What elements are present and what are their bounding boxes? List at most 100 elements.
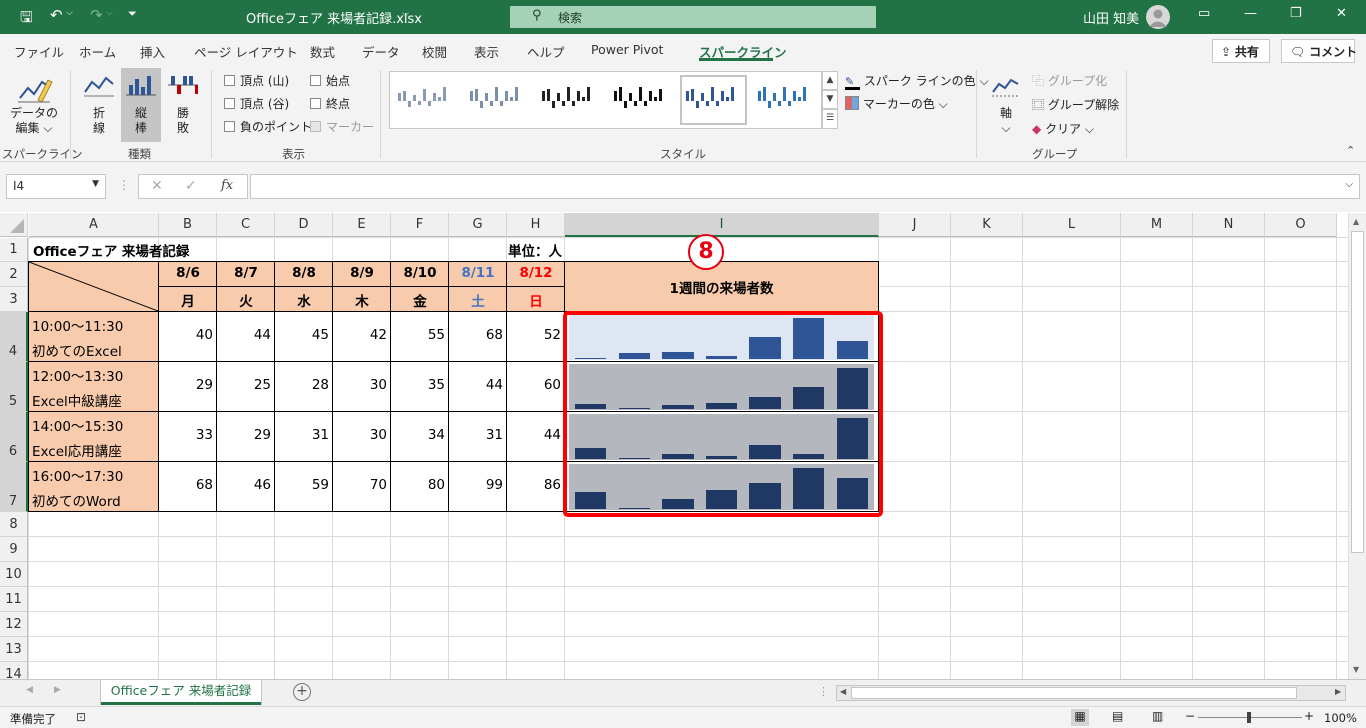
- row-header-14[interactable]: 14: [0, 662, 28, 679]
- value-cell[interactable]: 29: [217, 427, 273, 443]
- value-cell[interactable]: 28: [275, 377, 331, 393]
- weekday-cell[interactable]: 木: [333, 290, 391, 310]
- type-winloss-button[interactable]: 勝 敗: [164, 70, 202, 140]
- expand-formula-icon[interactable]: ⌵: [1345, 179, 1353, 190]
- weekday-cell[interactable]: 日: [507, 290, 565, 310]
- column-header-H[interactable]: H: [507, 213, 565, 237]
- zoom-out-icon[interactable]: −: [1185, 709, 1195, 723]
- undo-dropdown-icon[interactable]: ⌵: [66, 8, 73, 18]
- column-header-B[interactable]: B: [159, 213, 217, 237]
- tab-split-grip-icon[interactable]: ⋮: [818, 685, 829, 698]
- weekday-cell[interactable]: 水: [275, 290, 333, 310]
- customize-qat-icon[interactable]: ⏷: [128, 7, 137, 21]
- tab-help[interactable]: ヘルプ: [527, 42, 565, 61]
- row-header-11[interactable]: 11: [0, 587, 28, 612]
- zoom-level[interactable]: 100%: [1324, 711, 1357, 725]
- session-time[interactable]: 14:00～15:30: [32, 415, 123, 435]
- tab-formulas[interactable]: 数式: [310, 42, 335, 61]
- search-box[interactable]: ⚲ 検索: [510, 6, 876, 28]
- macro-record-icon[interactable]: ⊡: [76, 710, 86, 724]
- session-name[interactable]: 初めてのExcel: [32, 340, 122, 360]
- worksheet-grid[interactable]: ABCDEFGHIJKLMNO 1 2 3 4 5 6 7 8 9 10 11 12 13 14 Offi…: [0, 213, 1348, 679]
- value-cell[interactable]: 34: [391, 427, 447, 443]
- column-header-M[interactable]: M: [1121, 213, 1193, 237]
- value-cell[interactable]: 31: [449, 427, 505, 443]
- value-cell[interactable]: 29: [159, 377, 215, 393]
- ribbon-display-icon[interactable]: ▭: [1198, 6, 1210, 21]
- row-header-3[interactable]: 3: [0, 287, 28, 312]
- close-icon[interactable]: ✕: [1336, 6, 1347, 21]
- title-dropdown-icon[interactable]: ⌵: [402, 9, 409, 19]
- date-cell[interactable]: 8/8: [275, 265, 333, 281]
- row-header-4[interactable]: 4: [0, 312, 28, 362]
- search-input[interactable]: 検索: [558, 9, 582, 26]
- row-header-9[interactable]: 9: [0, 537, 28, 562]
- column-header-J[interactable]: J: [879, 213, 951, 237]
- value-cell[interactable]: 60: [507, 377, 563, 393]
- value-cell[interactable]: 80: [391, 477, 447, 493]
- marker-color-button[interactable]: マーカーの色 ⌵: [845, 95, 948, 112]
- tab-review[interactable]: 校閲: [422, 42, 447, 61]
- edit-data-button[interactable]: [14, 72, 54, 108]
- session-name[interactable]: Excel中級講座: [32, 390, 122, 410]
- first-point-checkbox[interactable]: 始点: [310, 72, 350, 89]
- low-point-checkbox[interactable]: 頂点 (谷): [224, 95, 289, 112]
- high-point-checkbox[interactable]: 頂点 (山): [224, 72, 289, 89]
- tab-power-pivot[interactable]: Power Pivot: [591, 42, 663, 57]
- value-cell[interactable]: 25: [217, 377, 273, 393]
- value-cell[interactable]: 44: [507, 427, 563, 443]
- restore-icon[interactable]: ❐: [1290, 6, 1302, 21]
- weekday-cell[interactable]: 金: [391, 290, 449, 310]
- style-item-6[interactable]: [752, 75, 819, 125]
- value-cell[interactable]: 44: [449, 377, 505, 393]
- session-time[interactable]: 16:00～17:30: [32, 465, 123, 485]
- tab-page-layout[interactable]: ページ レイアウト: [194, 42, 298, 61]
- vertical-scrollbar[interactable]: ▲ ▼: [1348, 213, 1366, 679]
- column-header-N[interactable]: N: [1193, 213, 1265, 237]
- formula-input[interactable]: ⌵: [250, 174, 1360, 199]
- horizontal-scroll-thumb[interactable]: [851, 687, 1297, 699]
- value-cell[interactable]: 31: [275, 427, 331, 443]
- value-cell[interactable]: 68: [159, 477, 215, 493]
- date-cell[interactable]: 8/11: [449, 265, 507, 281]
- session-name[interactable]: 初めてのWord: [32, 490, 121, 510]
- value-cell[interactable]: 30: [333, 427, 389, 443]
- unit-label[interactable]: 単位：人: [490, 240, 562, 260]
- gallery-down-button[interactable]: ▼: [822, 90, 838, 109]
- sparkline-header[interactable]: 1週間の来場者数: [565, 277, 878, 297]
- avatar[interactable]: [1146, 5, 1170, 29]
- date-cell[interactable]: 8/9: [333, 265, 391, 281]
- column-header-I[interactable]: I: [565, 213, 879, 237]
- session-name[interactable]: Excel応用講座: [32, 440, 122, 460]
- style-item-1[interactable]: [392, 75, 459, 125]
- zoom-slider-thumb[interactable]: [1247, 712, 1251, 723]
- column-header-C[interactable]: C: [217, 213, 275, 237]
- zoom-in-icon[interactable]: +: [1304, 709, 1314, 723]
- style-item-3[interactable]: [536, 75, 603, 125]
- date-cell[interactable]: 8/6: [159, 265, 217, 281]
- tab-data[interactable]: データ: [362, 42, 400, 61]
- tab-file[interactable]: ファイル: [14, 42, 64, 61]
- value-cell[interactable]: 59: [275, 477, 331, 493]
- row-header-7[interactable]: 7: [0, 462, 28, 512]
- column-header-F[interactable]: F: [391, 213, 449, 237]
- column-header-E[interactable]: E: [333, 213, 391, 237]
- scroll-up-icon[interactable]: ▲: [1353, 217, 1359, 226]
- value-cell[interactable]: 70: [333, 477, 389, 493]
- style-item-5-selected[interactable]: [680, 75, 747, 125]
- row-header-13[interactable]: 13: [0, 637, 28, 662]
- collapse-ribbon-icon[interactable]: ⌃: [1346, 144, 1355, 157]
- column-header-L[interactable]: L: [1023, 213, 1121, 237]
- row-header-5[interactable]: 5: [0, 362, 28, 412]
- sheet-tab-active[interactable]: Officeフェア 来場者記録: [101, 680, 261, 705]
- row-header-8[interactable]: 8: [0, 512, 28, 537]
- row-header-10[interactable]: 10: [0, 562, 28, 587]
- session-time[interactable]: 10:00～11:30: [32, 315, 123, 335]
- column-header-O[interactable]: O: [1265, 213, 1337, 237]
- insert-function-icon[interactable]: fx: [221, 178, 233, 193]
- value-cell[interactable]: 30: [333, 377, 389, 393]
- type-column-button[interactable]: 縦 棒: [121, 68, 161, 142]
- scroll-left-icon[interactable]: ◀: [840, 687, 846, 696]
- negative-points-checkbox[interactable]: 負のポイント: [224, 118, 312, 135]
- date-cell[interactable]: 8/7: [217, 265, 275, 281]
